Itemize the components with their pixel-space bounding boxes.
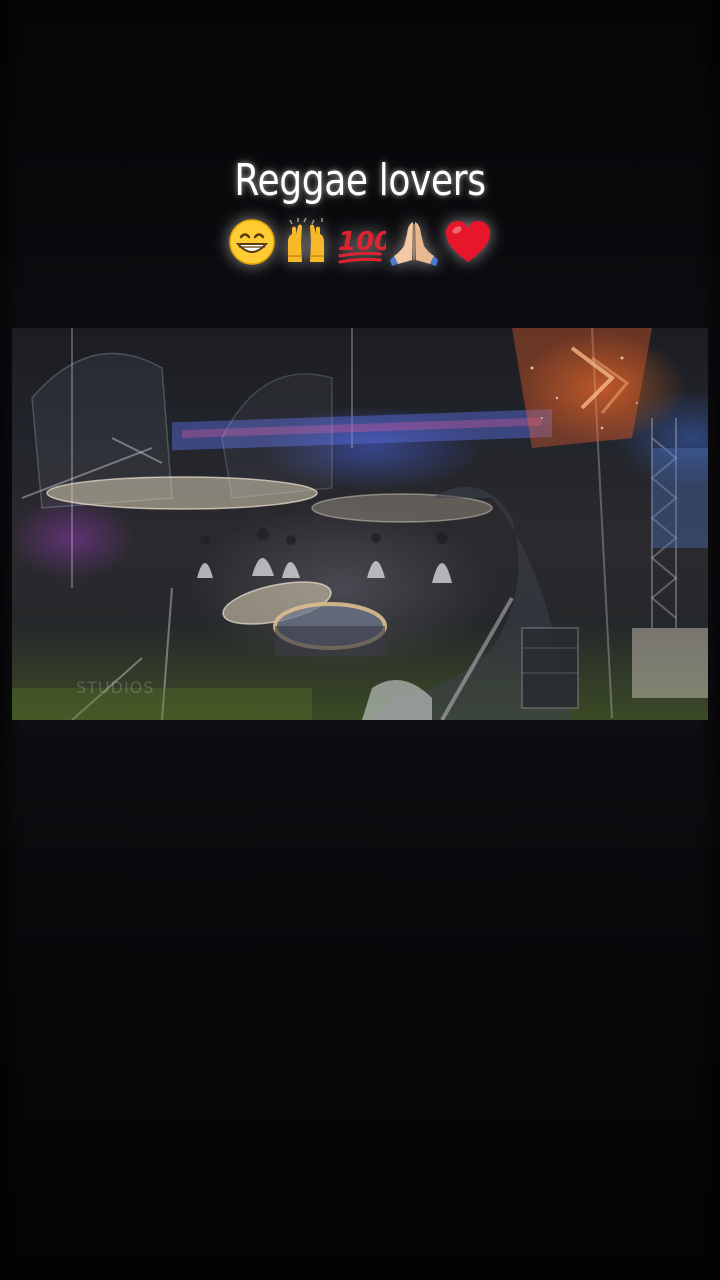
caption-emoji-row: 100 [0, 216, 720, 268]
story-screen[interactable]: Reggae lovers 10 STUDIOS [0, 0, 720, 1280]
hundred-points-emoji: 100 [334, 216, 386, 268]
raising-hands-emoji [280, 216, 332, 268]
folded-hands-emoji [388, 216, 440, 268]
video-frame [12, 328, 708, 720]
red-heart-emoji [442, 216, 494, 268]
grinning-face-emoji [226, 216, 278, 268]
story-caption: Reggae lovers 10 [0, 150, 720, 268]
video-watermark: STUDIOS [76, 678, 155, 697]
caption-title: Reggae lovers [234, 155, 486, 206]
video-player[interactable]: STUDIOS [12, 328, 708, 720]
